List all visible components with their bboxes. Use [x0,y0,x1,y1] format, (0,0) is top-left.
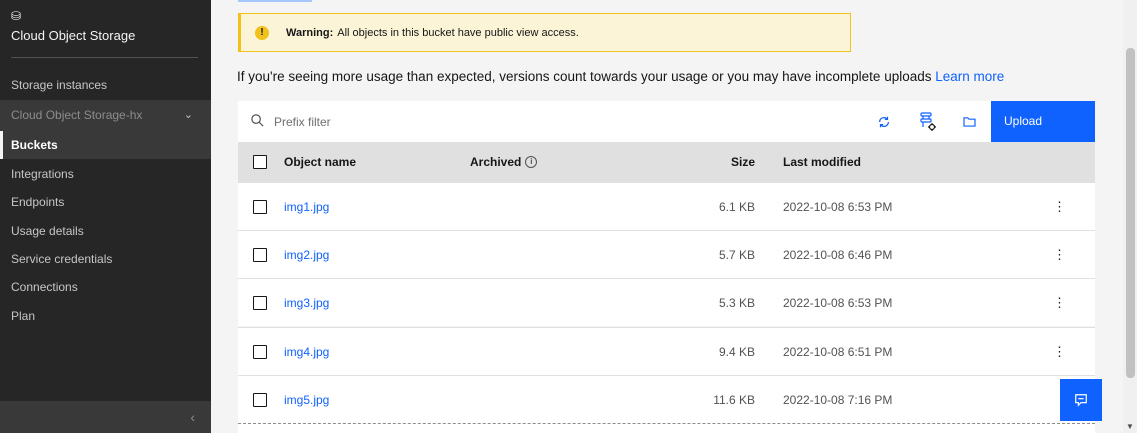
table-row: img3.jpg 5.3 KB 2022-10-08 6:53 PM ⋮ [238,278,1095,326]
row-checkbox[interactable] [253,199,267,214]
sidebar-collapse-button[interactable]: ‹ [0,401,211,433]
sidebar-item-endpoints[interactable]: Endpoints [0,188,211,216]
sidebar-divider [11,57,198,58]
table-row: img5.jpg 11.6 KB 2022-10-08 7:16 PM [238,375,1095,423]
warning-icon: ! [255,25,269,40]
object-size: 9.4 KB [718,344,755,359]
row-checkbox[interactable] [253,392,267,407]
select-all-checkbox-cell [253,142,267,182]
overflow-menu-icon[interactable]: ⋮ [1053,328,1066,375]
header-archived-label: Archived [470,155,522,169]
object-name-link[interactable]: img4.jpg [284,328,329,375]
object-size: 11.6 KB [713,392,755,407]
row-checkbox-cell [253,376,267,423]
service-title: Cloud Object Storage [11,28,136,43]
bucket-settings-icon [920,111,936,131]
row-checkbox[interactable] [253,344,267,359]
object-last-modified: 2022-10-08 6:51 PM [783,344,893,359]
sidebar-item-buckets[interactable]: Buckets [0,131,211,159]
sidebar-item-integrations[interactable]: Integrations [0,160,211,188]
sidebar-item-service-credentials[interactable]: Service credentials [0,245,211,273]
object-name-link[interactable]: img2.jpg [284,231,329,278]
sidebar-item-storage-instances[interactable]: Storage instances [0,71,211,99]
header-object-name[interactable]: Object name [284,142,356,182]
overflow-menu-icon[interactable]: ⋮ [1053,231,1066,278]
header-size[interactable]: Size [731,142,755,182]
object-storage-icon: ⛁ [11,9,22,23]
object-last-modified: 2022-10-08 7:16 PM [783,392,893,407]
chat-button[interactable] [1060,379,1102,421]
table-row: img1.jpg 6.1 KB 2022-10-08 6:53 PM ⋮ [238,182,1095,230]
drop-zone[interactable] [238,423,1095,433]
overflow-menu-icon[interactable]: ⋮ [1053,279,1066,326]
top-accent-bar [238,0,312,2]
bucket-settings-button[interactable] [908,101,948,142]
main-content: ! Warning: All objects in this bucket ha… [211,0,1123,433]
object-size: 5.7 KB [718,247,755,262]
table-row: img4.jpg 9.4 KB 2022-10-08 6:51 PM ⋮ [238,327,1095,375]
object-name-link[interactable]: img3.jpg [284,279,329,326]
upload-button[interactable]: Upload [991,101,1095,142]
sidebar: ⛁ Cloud Object Storage Storage instances… [0,0,211,433]
refresh-icon [879,116,889,127]
instance-select-value: Cloud Object Storage-hx [11,108,143,122]
instance-select[interactable]: Cloud Object Storage-hx ⌄ [0,100,211,131]
folder-icon [962,117,976,127]
object-last-modified: 2022-10-08 6:53 PM [783,295,893,310]
table-toolbar: Upload [238,101,1095,142]
chevron-down-icon: ⌄ [183,109,193,121]
chevron-left-icon: ‹ [190,409,195,425]
prefix-filter-input[interactable] [274,111,674,133]
usage-notice: If you're seeing more usage than expecte… [237,69,1004,84]
usage-notice-text: If you're seeing more usage than expecte… [237,69,932,84]
object-last-modified: 2022-10-08 6:53 PM [783,199,893,214]
header-last-modified[interactable]: Last modified [783,142,861,182]
select-all-checkbox[interactable] [253,155,267,169]
object-name-link[interactable]: img1.jpg [284,183,329,230]
sidebar-item-plan[interactable]: Plan [0,302,211,330]
object-last-modified: 2022-10-08 6:46 PM [783,247,893,262]
learn-more-link[interactable]: Learn more [935,69,1004,84]
object-name-link[interactable]: img5.jpg [284,376,329,423]
scroll-down-arrow-icon[interactable]: ▼ [1126,422,1134,431]
sidebar-item-usage-details[interactable]: Usage details [0,217,211,245]
header-archived[interactable]: Archived i [470,142,538,182]
table-header: Object name Archived i Size Last modifie… [238,142,1095,182]
sidebar-item-connections[interactable]: Connections [0,273,211,301]
row-checkbox-cell [253,328,267,375]
row-checkbox[interactable] [253,247,267,262]
warning-title: Warning: [286,26,334,39]
row-checkbox-cell [253,183,267,230]
row-checkbox[interactable] [253,295,267,310]
row-checkbox-cell [253,279,267,326]
search-icon [251,114,264,127]
page-scrollbar[interactable]: ▼ [1123,0,1137,433]
scrollbar-thumb[interactable] [1126,48,1135,378]
overflow-menu-icon[interactable]: ⋮ [1053,183,1066,230]
object-size: 5.3 KB [718,295,755,310]
table-row: img2.jpg 5.7 KB 2022-10-08 6:46 PM ⋮ [238,230,1095,278]
warning-banner: ! Warning: All objects in this bucket ha… [238,13,851,52]
new-folder-button[interactable] [949,101,989,142]
object-size: 6.1 KB [718,199,755,214]
refresh-button[interactable] [864,101,904,142]
chat-icon [1075,394,1087,407]
row-checkbox-cell [253,231,267,278]
info-icon[interactable]: i [525,156,538,168]
warning-text: All objects in this bucket have public v… [337,26,579,39]
